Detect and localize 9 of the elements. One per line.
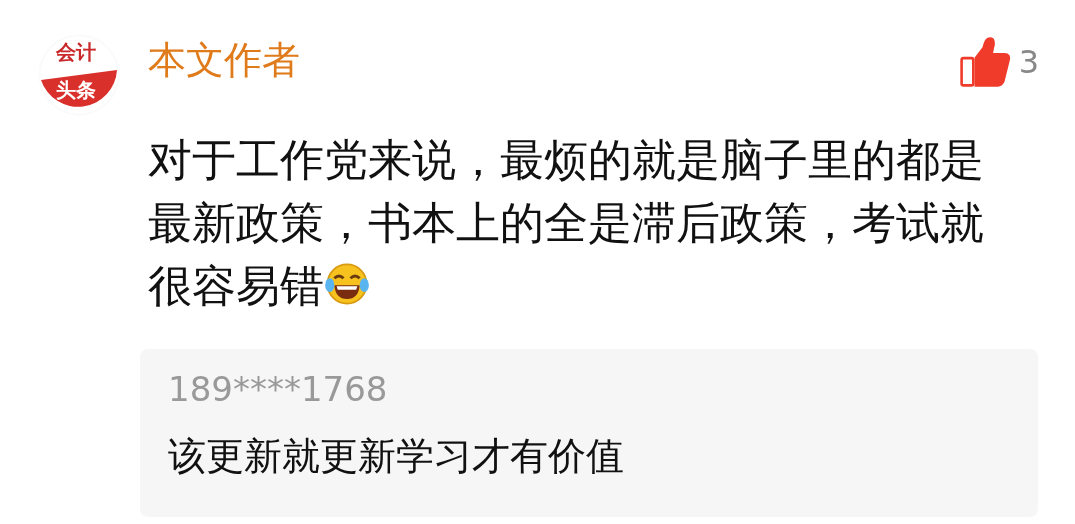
avatar[interactable]: 会计 头条: [40, 36, 118, 114]
like-count: 3: [1018, 43, 1039, 81]
reply-username[interactable]: 189****1768: [168, 369, 388, 410]
logo-text: 头条: [56, 80, 96, 100]
like-button[interactable]: 3: [958, 36, 1039, 88]
reply-text: 该更新就更新学习才有价值: [168, 433, 624, 480]
comment-text: 对于工作党来说，最烦的就是脑子里的都是最新政策，书本上的全是滞后政策，考试就很容易错: [148, 133, 985, 313]
author-name[interactable]: 本文作者: [148, 38, 300, 84]
logo-text: 会计: [56, 42, 96, 62]
